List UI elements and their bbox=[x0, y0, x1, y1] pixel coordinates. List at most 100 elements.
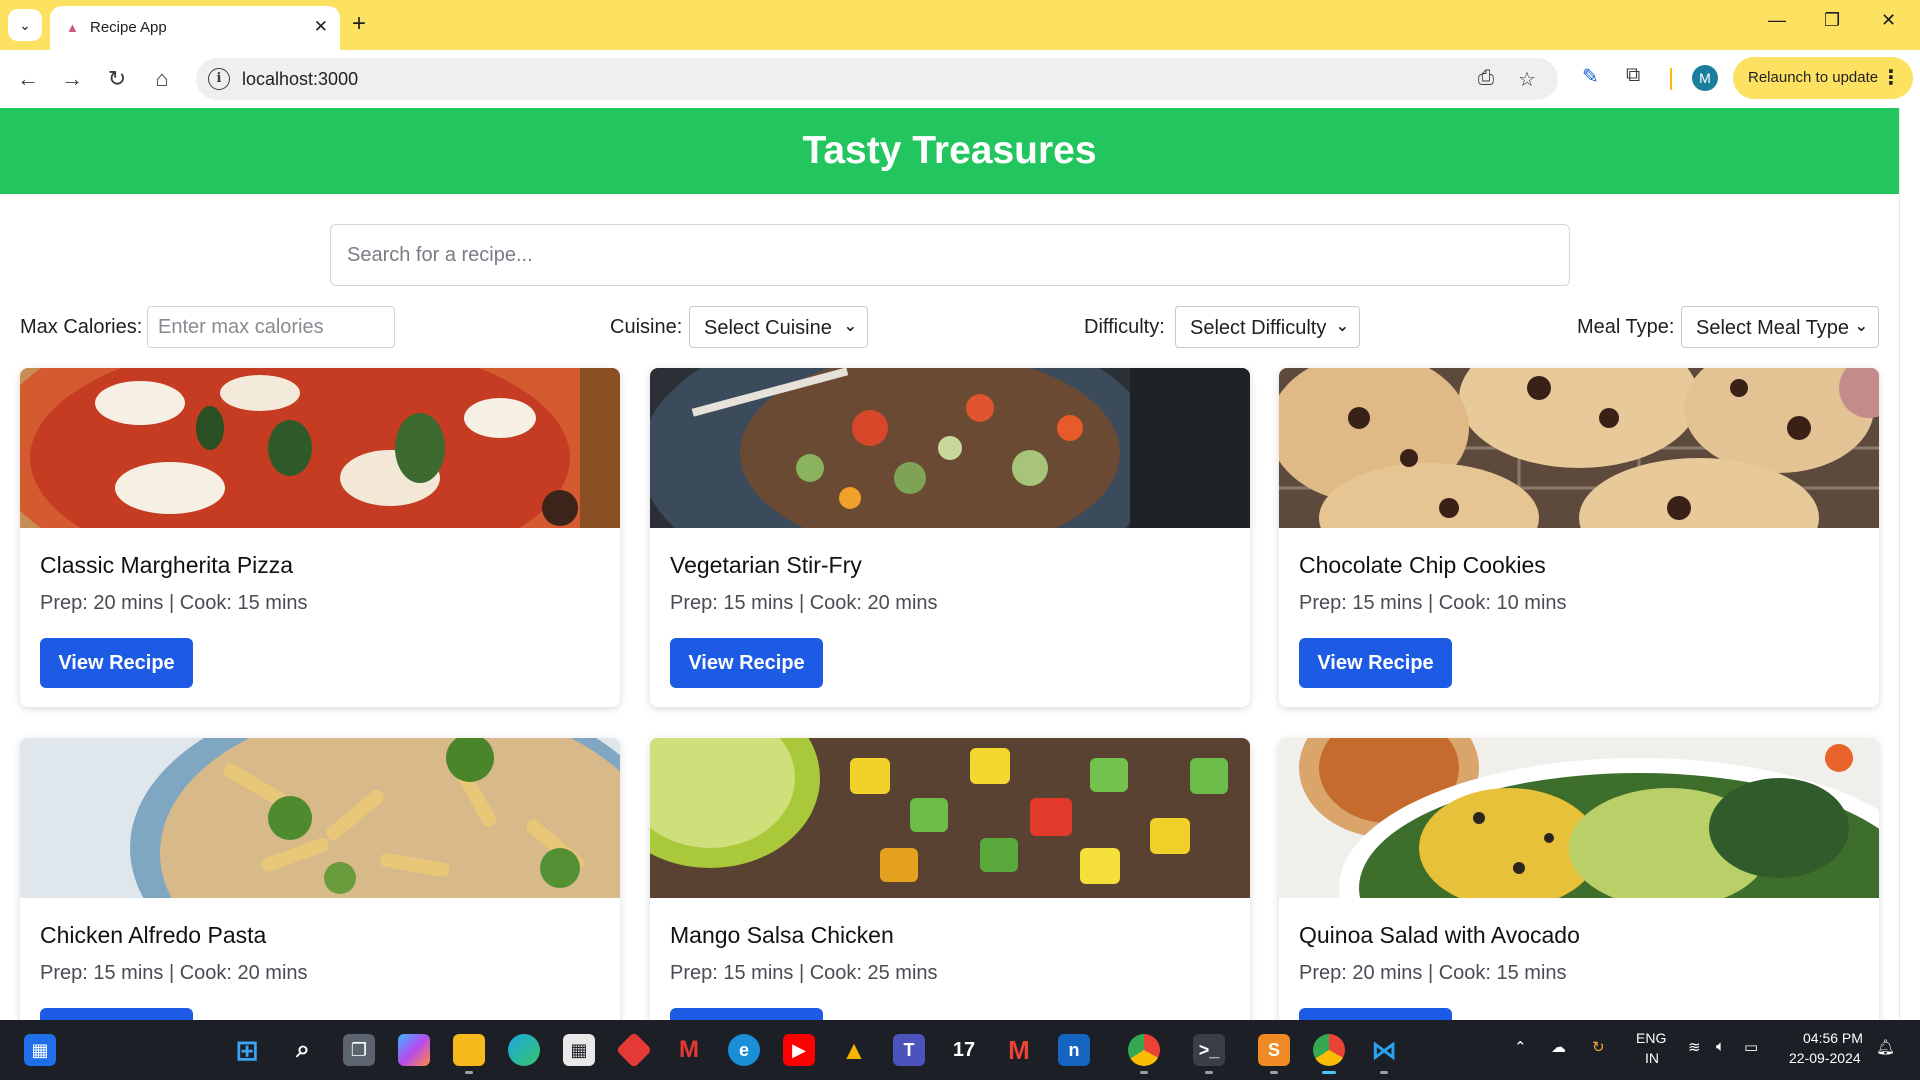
relaunch-to-update-button[interactable]: Relaunch to update ⋮ bbox=[1733, 57, 1913, 99]
recipe-times: Prep: 20 mins | Cook: 15 mins bbox=[40, 592, 308, 614]
mcafee-icon[interactable]: M bbox=[673, 1034, 705, 1066]
view-recipe-button[interactable]: View Recipe bbox=[1299, 638, 1452, 688]
new-tab-button[interactable]: + bbox=[352, 10, 366, 38]
running-indicator bbox=[1270, 1071, 1278, 1074]
app-title: Tasty Treasures bbox=[802, 129, 1097, 172]
running-indicator bbox=[1380, 1071, 1388, 1074]
chrome-profile-icon[interactable] bbox=[1128, 1034, 1160, 1074]
google-drive-icon[interactable]: ▲ bbox=[838, 1034, 870, 1066]
notifications-bell-icon[interactable]: 🔔︎ bbox=[1876, 1038, 1895, 1056]
restore-icon[interactable]: ❐ bbox=[1824, 10, 1840, 31]
forward-arrow-icon[interactable]: → bbox=[56, 63, 88, 95]
meal-type-select-value: Select Meal Type bbox=[1696, 317, 1850, 339]
copilot-icon[interactable] bbox=[398, 1034, 430, 1066]
meal-type-label: Meal Type: bbox=[1577, 316, 1675, 338]
windows-taskbar: ▦ ⊞ ⌕ ❐ ▦ M e ▶ ▲ T 17 M n >_ S ⋈ ⌃ ☁ ↻ … bbox=[0, 1020, 1920, 1080]
recipe-times: Prep: 15 mins | Cook: 10 mins bbox=[1299, 592, 1567, 614]
toolbar-divider bbox=[1670, 68, 1672, 90]
pen-extension-icon[interactable]: ✎ bbox=[1582, 64, 1599, 89]
cuisine-select[interactable]: Select Cuisine ⌄ bbox=[689, 306, 868, 348]
recipe-times: Prep: 15 mins | Cook: 25 mins bbox=[670, 962, 938, 984]
recipe-card: Vegetarian Stir-Fry Prep: 15 mins | Cook… bbox=[650, 368, 1250, 707]
browser-toolbar: ← → ↻ ⌂ i localhost:3000 ⎙ ☆ ✎ ⧉ M Relau… bbox=[0, 50, 1920, 108]
favicon-icon: ▲ bbox=[66, 20, 79, 35]
page-scrollbar[interactable] bbox=[1899, 108, 1920, 1020]
extensions-puzzle-icon[interactable]: ⧉ bbox=[1626, 64, 1640, 87]
vscode-icon[interactable]: ⋈ bbox=[1368, 1034, 1400, 1074]
recipe-title: Classic Margherita Pizza bbox=[40, 552, 294, 578]
view-recipe-button[interactable]: View Recipe bbox=[40, 638, 193, 688]
address-bar[interactable]: i localhost:3000 ⎙ ☆ bbox=[196, 58, 1558, 100]
difficulty-select-value: Select Difficulty bbox=[1190, 317, 1327, 339]
chevron-down-icon: ⌄ bbox=[1854, 318, 1868, 335]
profile-avatar[interactable]: M bbox=[1692, 65, 1718, 91]
bookmark-star-icon[interactable]: ☆ bbox=[1518, 67, 1536, 92]
clock-date[interactable]: 22-09-2024 bbox=[1789, 1050, 1861, 1066]
recipe-card: Classic Margherita Pizza Prep: 20 mins |… bbox=[20, 368, 620, 707]
recipe-search-input[interactable] bbox=[330, 224, 1570, 286]
terminal-icon[interactable]: >_ bbox=[1193, 1034, 1225, 1074]
recipe-card: Chocolate Chip Cookies Prep: 15 mins | C… bbox=[1279, 368, 1879, 707]
volume-icon[interactable]: 🔈︎ bbox=[1716, 1038, 1725, 1055]
edge-icon[interactable] bbox=[508, 1034, 540, 1066]
view-recipe-button[interactable]: View Recipe bbox=[670, 638, 823, 688]
url-text[interactable]: localhost:3000 bbox=[242, 69, 358, 90]
difficulty-label: Difficulty: bbox=[1084, 316, 1165, 338]
chevron-down-icon: ⌄ bbox=[1335, 318, 1349, 335]
tab-title: Recipe App bbox=[90, 19, 167, 36]
browser-tab[interactable]: ▲ Recipe App ✕ bbox=[50, 6, 340, 50]
running-indicator bbox=[1205, 1071, 1213, 1074]
gmail-icon[interactable]: M bbox=[1003, 1034, 1035, 1066]
ie-icon[interactable]: e bbox=[728, 1034, 760, 1066]
notion-n-icon[interactable]: n bbox=[1058, 1034, 1090, 1066]
search-icon[interactable]: ⌕ bbox=[287, 1034, 319, 1066]
close-window-icon[interactable]: ✕ bbox=[1881, 10, 1896, 31]
recipe-image-pizza bbox=[20, 368, 620, 528]
site-info-icon[interactable]: i bbox=[208, 68, 230, 90]
onedrive-icon[interactable]: ☁ bbox=[1551, 1038, 1566, 1056]
clock-time[interactable]: 04:56 PM bbox=[1803, 1030, 1863, 1046]
recipe-image-mango-salsa bbox=[650, 738, 1250, 898]
max-calories-label: Max Calories: bbox=[20, 316, 143, 338]
active-indicator bbox=[1322, 1071, 1336, 1074]
recipe-times: Prep: 15 mins | Cook: 20 mins bbox=[670, 592, 938, 614]
tray-overflow-icon[interactable]: ⌃ bbox=[1514, 1038, 1527, 1056]
app-diamond-icon[interactable] bbox=[615, 1031, 653, 1069]
teams-icon[interactable]: T bbox=[893, 1034, 925, 1066]
chevron-down-icon: ⌄ bbox=[843, 318, 857, 335]
back-arrow-icon[interactable]: ← bbox=[12, 63, 44, 95]
app-header: Tasty Treasures bbox=[0, 108, 1899, 194]
recipe-title: Chicken Alfredo Pasta bbox=[40, 922, 267, 948]
meal-type-select[interactable]: Select Meal Type ⌄ bbox=[1681, 306, 1879, 348]
battery-icon[interactable]: ▭ bbox=[1744, 1038, 1758, 1056]
max-calories-input[interactable] bbox=[147, 306, 395, 348]
language-indicator[interactable]: ENG bbox=[1636, 1030, 1666, 1046]
start-menu-icon[interactable]: ⊞ bbox=[231, 1034, 263, 1066]
recipe-title: Chocolate Chip Cookies bbox=[1299, 552, 1546, 578]
file-explorer-icon[interactable] bbox=[453, 1034, 485, 1074]
store-icon[interactable]: ▦ bbox=[563, 1034, 595, 1066]
running-indicator bbox=[465, 1071, 473, 1074]
tab-search-button[interactable]: ⌄ bbox=[8, 9, 42, 41]
chrome-icon[interactable] bbox=[1313, 1034, 1345, 1074]
more-menu-icon[interactable]: ⋮ bbox=[1881, 65, 1901, 90]
recipe-title: Vegetarian Stir-Fry bbox=[670, 552, 862, 578]
recipe-image-quinoa-salad bbox=[1279, 738, 1879, 898]
relaunch-label: Relaunch to update bbox=[1748, 69, 1879, 86]
sync-icon[interactable]: ↻ bbox=[1592, 1038, 1605, 1056]
language-region[interactable]: IN bbox=[1645, 1050, 1659, 1066]
sublime-icon[interactable]: S bbox=[1258, 1034, 1290, 1074]
task-view-icon[interactable]: ❐ bbox=[343, 1034, 375, 1066]
tradingview-icon[interactable]: 17 bbox=[948, 1034, 980, 1066]
widgets-icon[interactable]: ▦ bbox=[24, 1034, 56, 1066]
install-app-icon[interactable]: ⎙ bbox=[1478, 67, 1494, 90]
tab-close-icon[interactable]: ✕ bbox=[314, 17, 328, 37]
wifi-icon[interactable]: ≋ bbox=[1688, 1038, 1701, 1056]
home-icon[interactable]: ⌂ bbox=[146, 63, 178, 95]
recipe-image-cookies bbox=[1279, 368, 1879, 528]
chevron-down-icon: ⌄ bbox=[19, 16, 31, 33]
difficulty-select[interactable]: Select Difficulty ⌄ bbox=[1175, 306, 1360, 348]
reload-icon[interactable]: ↻ bbox=[101, 63, 133, 95]
minimize-icon[interactable]: — bbox=[1768, 10, 1786, 31]
youtube-icon[interactable]: ▶ bbox=[783, 1034, 815, 1066]
